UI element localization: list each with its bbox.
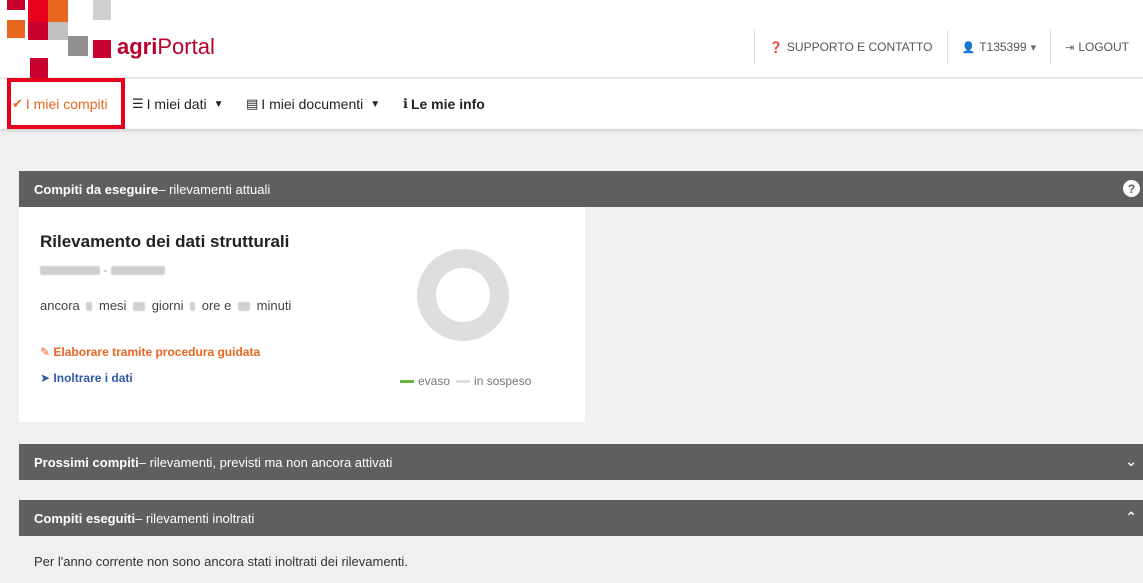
support-contact-link[interactable]: ❓ SUPPORTO E CONTATTO xyxy=(754,30,946,64)
help-icon[interactable]: ? xyxy=(1123,180,1140,197)
panel-title-rest: – rilevamenti inoltrati xyxy=(135,510,255,526)
support-label: SUPPORTO E CONTATTO xyxy=(786,40,933,54)
date-start-redacted xyxy=(40,266,100,276)
panel-title-bold: Prossimi compiti xyxy=(34,454,139,470)
edit-guided-link[interactable]: ✎ Elaborare tramite procedura guidata xyxy=(40,345,260,359)
caret-down-icon: ▼ xyxy=(370,98,381,110)
progress-legend: evaso in sospeso xyxy=(397,374,531,388)
panel-title-rest: – rilevamenti, previsti ma non ancora at… xyxy=(138,454,393,470)
chevron-down-icon: ⌄ xyxy=(1125,453,1137,469)
send-icon: ➤ xyxy=(40,371,51,385)
send-data-link[interactable]: ➤ Inoltrare i dati xyxy=(40,371,133,385)
user-label: T135399 xyxy=(979,40,1027,54)
panel-title-bold: Compiti da eseguire xyxy=(34,181,159,197)
task-title: Rilevamento dei dati strutturali xyxy=(40,232,290,251)
panel-completed-tasks-header[interactable]: Compiti eseguiti – rilevamenti inoltrati… xyxy=(19,500,1143,536)
user-icon: 👤 xyxy=(961,41,976,54)
logout-label: LOGOUT xyxy=(1078,40,1129,54)
panel-title-bold: Compiti eseguiti xyxy=(34,510,136,526)
logo[interactable] xyxy=(0,0,120,78)
date-end-redacted xyxy=(110,266,165,276)
logout-link[interactable]: ⇥ LOGOUT xyxy=(1050,30,1143,64)
top-links: ❓ SUPPORTO E CONTATTO 👤 T135399 ▾ ⇥ LOGO… xyxy=(754,30,1143,64)
list-icon: ☰ xyxy=(132,96,144,111)
nav-my-data-label: I miei dati xyxy=(146,96,207,112)
progress-donut xyxy=(417,249,509,341)
logout-icon: ⇥ xyxy=(1065,41,1075,54)
caret-down-icon: ▼ xyxy=(213,98,224,110)
main-nav: ✔ I miei compiti ☰ I miei dati ▼ ▤ I mie… xyxy=(0,79,1143,129)
nav-my-data[interactable]: ☰ I miei dati ▼ xyxy=(132,79,223,129)
nav-my-tasks[interactable]: ✔ I miei compiti xyxy=(12,79,108,129)
chevron-down-icon: ▾ xyxy=(1030,41,1037,54)
legend-done-label: evaso xyxy=(418,374,451,388)
nav-my-info[interactable]: ℹ Le mie info xyxy=(403,79,485,129)
legend-pending-swatch xyxy=(456,379,471,383)
edit-icon: ✎ xyxy=(40,345,51,359)
panel-title-rest: – rilevamenti attuali xyxy=(158,181,271,197)
nav-my-documents[interactable]: ▤ I miei documenti ▼ xyxy=(246,79,380,129)
completed-empty-message: Per l'anno corrente non sono ancora stat… xyxy=(34,554,408,569)
nav-my-documents-label: I miei documenti xyxy=(261,96,364,112)
chevron-up-icon: ⌃ xyxy=(1125,509,1137,525)
header: agriPortal ❓ SUPPORTO E CONTATTO 👤 T1353… xyxy=(0,0,1143,78)
question-circle-icon: ❓ xyxy=(769,41,783,54)
info-icon: ℹ xyxy=(403,96,408,111)
panel-upcoming-tasks-header[interactable]: Prossimi compiti – rilevamenti, previsti… xyxy=(19,444,1143,480)
legend-pending-label: in sospeso xyxy=(474,374,532,388)
check-circle-icon: ✔ xyxy=(12,96,23,111)
nav-my-info-label: Le mie info xyxy=(410,96,485,112)
time-remaining: ancora mesi giorni ore e minuti xyxy=(40,298,292,313)
legend-done-swatch xyxy=(400,379,414,383)
task-card: Rilevamento dei dati strutturali - ancor… xyxy=(19,207,585,422)
nav-my-tasks-label: I miei compiti xyxy=(25,96,108,112)
panel-current-tasks-header[interactable]: Compiti da eseguire – rilevamenti attual… xyxy=(19,171,1143,207)
logo-text: agriPortal xyxy=(117,34,215,59)
task-date-range: - xyxy=(40,263,165,277)
document-icon: ▤ xyxy=(246,96,259,111)
user-menu[interactable]: 👤 T135399 ▾ xyxy=(946,30,1051,64)
